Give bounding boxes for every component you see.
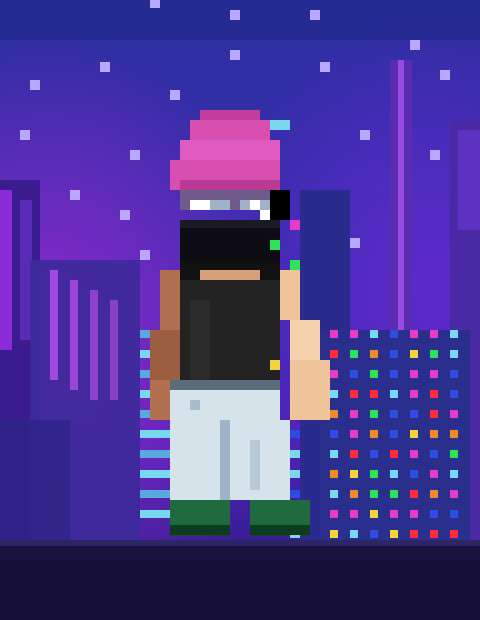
window-light	[350, 390, 358, 398]
window-light	[410, 370, 418, 378]
window-light	[430, 430, 438, 438]
window-light	[330, 350, 338, 358]
window-light	[350, 430, 358, 438]
window-light	[450, 350, 458, 358]
window-light	[390, 490, 398, 498]
window-light	[140, 430, 170, 438]
window-light	[370, 430, 378, 438]
window-light	[430, 370, 438, 378]
window-light	[450, 370, 458, 378]
window-light	[370, 450, 378, 458]
window-light	[450, 390, 458, 398]
window-light	[450, 410, 458, 418]
window-light	[350, 490, 358, 498]
window-light	[290, 470, 300, 478]
window-light	[410, 330, 418, 338]
window-light	[290, 430, 300, 438]
face-mask	[180, 220, 280, 260]
window-light	[330, 410, 338, 418]
window-light	[370, 530, 378, 538]
ground	[0, 540, 480, 620]
window-light	[370, 470, 378, 478]
window-light	[140, 510, 170, 518]
window-light	[410, 450, 418, 458]
window-light	[450, 510, 458, 518]
window-light	[450, 430, 458, 438]
window-light	[410, 530, 418, 538]
window-light	[390, 450, 398, 458]
window-light	[330, 390, 338, 398]
window-light	[410, 490, 418, 498]
window-light	[430, 490, 438, 498]
window-light	[390, 530, 398, 538]
window-light	[350, 370, 358, 378]
window-light	[430, 530, 438, 538]
window-light	[390, 510, 398, 518]
window-light	[410, 350, 418, 358]
window-light	[330, 530, 338, 538]
window-light	[430, 470, 438, 478]
window-light	[430, 410, 438, 418]
window-light	[390, 370, 398, 378]
window-light	[430, 390, 438, 398]
window-light	[390, 410, 398, 418]
window-light	[370, 370, 378, 378]
window-light	[330, 450, 338, 458]
tank-top	[180, 260, 280, 390]
window-light	[370, 330, 378, 338]
window-light	[450, 490, 458, 498]
window-light	[390, 330, 398, 338]
window-light	[450, 450, 458, 458]
window-light	[330, 430, 338, 438]
window-light	[430, 330, 438, 338]
window-light	[350, 470, 358, 478]
window-light	[350, 510, 358, 518]
window-light	[390, 390, 398, 398]
jeans	[170, 390, 290, 500]
window-light	[410, 510, 418, 518]
window-light	[350, 350, 358, 358]
window-light	[140, 490, 170, 498]
window-light	[410, 410, 418, 418]
window-light	[450, 530, 458, 538]
window-light	[410, 390, 418, 398]
window-light	[390, 470, 398, 478]
game-scene	[0, 0, 480, 620]
window-light	[140, 470, 170, 478]
window-light	[450, 330, 458, 338]
window-light	[140, 450, 170, 458]
window-light	[370, 350, 378, 358]
window-light	[370, 490, 378, 498]
window-light	[350, 450, 358, 458]
window-light	[370, 390, 378, 398]
window-light	[390, 350, 398, 358]
window-light	[350, 410, 358, 418]
window-light	[290, 450, 300, 458]
window-light	[290, 490, 300, 498]
window-light	[410, 430, 418, 438]
night-city-background	[0, 0, 480, 620]
window-light	[370, 510, 378, 518]
window-light	[330, 470, 338, 478]
window-light	[330, 370, 338, 378]
window-light	[450, 470, 458, 478]
window-light	[330, 330, 338, 338]
belt	[170, 380, 280, 390]
window-light	[430, 510, 438, 518]
window-light	[390, 430, 398, 438]
window-light	[430, 350, 438, 358]
window-light	[370, 410, 378, 418]
window-light	[330, 510, 338, 518]
window-light	[350, 330, 358, 338]
window-light	[330, 490, 338, 498]
window-light	[430, 450, 438, 458]
window-light	[410, 470, 418, 478]
window-light	[350, 530, 358, 538]
